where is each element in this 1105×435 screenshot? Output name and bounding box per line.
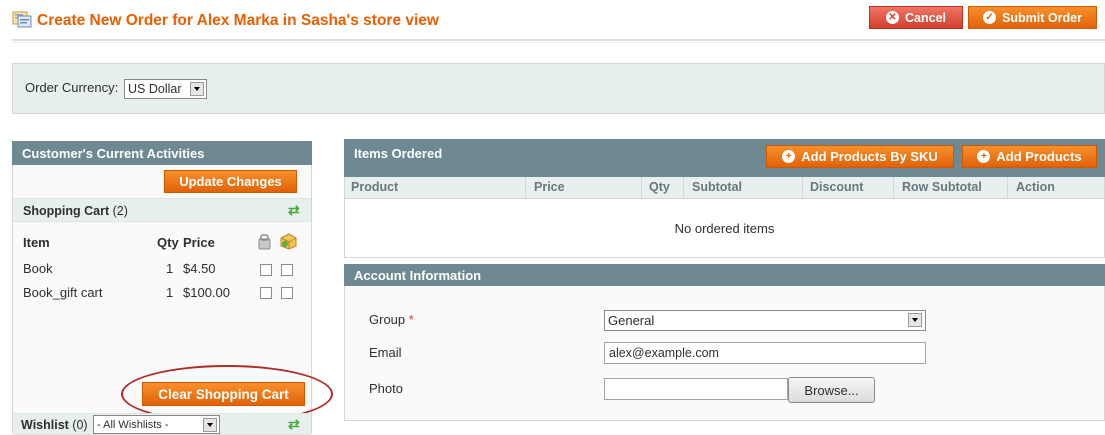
wishlist-title: Wishlist (0)	[21, 418, 88, 432]
group-select[interactable]: General	[604, 310, 926, 331]
cart-item-name: Book_gift cart	[23, 285, 103, 300]
column-header-product: Product	[351, 180, 399, 194]
wishlist-select[interactable]: - All Wishlists -	[93, 415, 220, 434]
add-products-label: Add Products	[996, 149, 1082, 164]
column-separator	[802, 177, 803, 199]
cart-col-item: Item	[23, 235, 50, 250]
cart-move-icon	[280, 233, 297, 250]
activities-title: Customer's Current Activities	[22, 145, 205, 161]
order-icon	[12, 11, 32, 28]
wishlist-count: (0)	[72, 418, 88, 432]
page-title: Create New Order for Alex Marka in Sasha…	[37, 12, 439, 29]
header-divider-shadow	[12, 42, 1105, 43]
shopping-cart-title: Shopping Cart (2)	[23, 204, 128, 218]
shopping-cart-title-text: Shopping Cart	[23, 204, 110, 218]
cancel-x-icon: ✕	[886, 11, 899, 24]
column-header-discount: Discount	[810, 180, 864, 194]
column-separator	[683, 177, 684, 199]
empty-items-message: No ordered items	[674, 221, 775, 236]
cart-col-qty: Qty	[157, 235, 179, 250]
column-header-subtotal: Subtotal	[692, 180, 742, 194]
cart-item-remove-checkbox[interactable]	[260, 287, 272, 299]
column-separator	[893, 177, 894, 199]
update-changes-button[interactable]: Update Changes	[164, 170, 297, 193]
currency-select[interactable]: US Dollar	[124, 79, 207, 99]
cart-item-move-checkbox[interactable]	[281, 287, 293, 299]
column-separator	[1007, 177, 1008, 199]
plus-icon: +	[782, 150, 796, 163]
add-products-by-sku-label: Add Products By SKU	[801, 149, 938, 164]
chevron-down-icon	[908, 313, 922, 327]
plus-icon: +	[977, 150, 991, 163]
cancel-button[interactable]: ✕ Cancel	[869, 6, 963, 29]
cart-item-remove-checkbox[interactable]	[260, 264, 272, 276]
submit-order-button[interactable]: ✓ Submit Order	[968, 6, 1097, 29]
chevron-down-icon	[190, 82, 204, 96]
email-label: Email	[369, 345, 402, 360]
photo-file-input[interactable]	[604, 378, 788, 400]
update-changes-label: Update Changes	[179, 174, 282, 189]
cart-item-move-checkbox[interactable]	[281, 264, 293, 276]
items-ordered-title: Items Ordered	[354, 145, 443, 161]
currency-select-value: US Dollar	[128, 82, 182, 96]
add-products-by-sku-button[interactable]: + Add Products By SKU	[766, 145, 954, 168]
column-separator	[641, 177, 642, 199]
column-header-qty: Qty	[649, 180, 670, 194]
browse-button[interactable]: Browse...	[788, 377, 875, 403]
group-label-text: Group	[369, 312, 406, 327]
cart-col-price: Price	[183, 235, 215, 250]
cart-item-name: Book	[23, 261, 53, 276]
cart-item-price: $4.50	[183, 261, 216, 276]
cart-remove-icon	[258, 234, 271, 250]
column-header-action: Action	[1016, 180, 1055, 194]
account-info-header: Account Information	[344, 264, 1105, 287]
required-mark: *	[408, 312, 414, 327]
shopping-cart-count: (2)	[112, 204, 128, 218]
cancel-label: Cancel	[905, 10, 946, 25]
column-header-row-subtotal: Row Subtotal	[902, 180, 982, 194]
account-info-title: Account Information	[354, 268, 482, 283]
group-label: Group *	[369, 312, 414, 327]
column-header-price: Price	[534, 180, 565, 194]
header-divider	[12, 39, 1105, 41]
submit-check-icon: ✓	[983, 11, 997, 24]
currency-label: Order Currency:	[25, 80, 119, 95]
wishlist-title-text: Wishlist	[21, 418, 69, 432]
photo-label: Photo	[369, 381, 403, 396]
column-separator	[525, 177, 526, 199]
refresh-icon[interactable]: ⇄	[288, 417, 302, 431]
activities-header: Customer's Current Activities	[12, 141, 312, 165]
cart-item-price: $100.00	[183, 285, 230, 300]
browse-label: Browse...	[804, 382, 859, 398]
wishlist-select-value: - All Wishlists -	[97, 418, 169, 431]
refresh-icon[interactable]: ⇄	[288, 203, 302, 217]
group-select-value: General	[608, 313, 655, 328]
cart-item-qty: 1	[166, 285, 174, 300]
chevron-down-icon	[203, 418, 217, 432]
cart-item-qty: 1	[166, 261, 174, 276]
add-products-button[interactable]: + Add Products	[962, 145, 1097, 168]
submit-order-label: Submit Order	[1002, 10, 1082, 25]
email-field[interactable]: alex@example.com	[604, 342, 926, 364]
